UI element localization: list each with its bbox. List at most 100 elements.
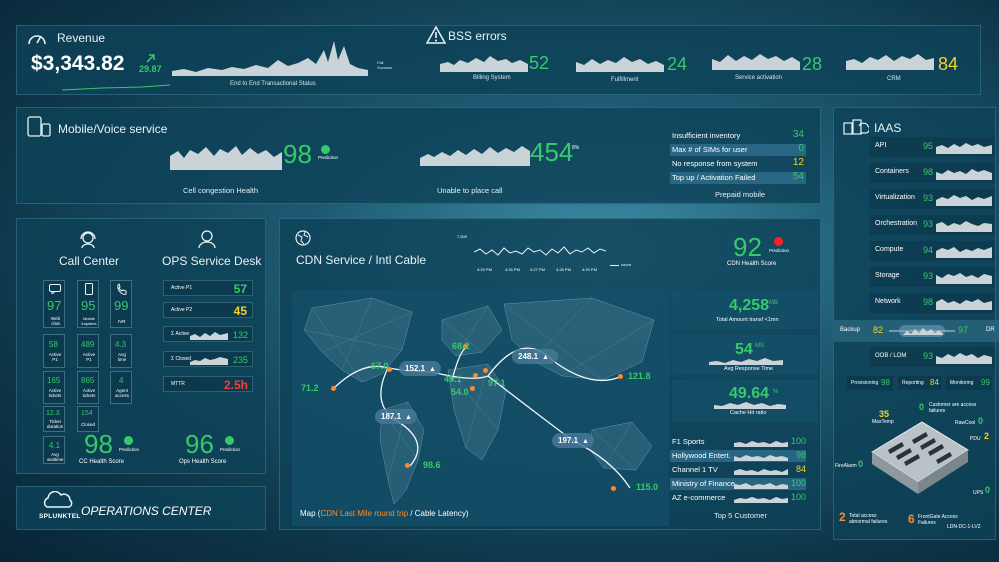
- reporting-value: 84: [930, 378, 939, 387]
- prepaid-row: No response from system 12: [670, 157, 806, 170]
- iaas-row-storage[interactable]: Storage 93: [870, 267, 995, 287]
- iaas-row-compute[interactable]: Compute 94: [870, 241, 995, 261]
- monitoring-box[interactable]: Monitoring 99: [946, 376, 992, 390]
- top5-row-value: 100: [790, 478, 806, 488]
- ops-row-label: Active P2: [171, 307, 193, 313]
- cdn-x-tick: 4:25 PM: [477, 267, 492, 272]
- rawcool-value: 0: [978, 416, 984, 426]
- cc-tile-mobile[interactable]: 95 Mobile inquiries: [77, 280, 99, 328]
- ops-row-value: 2.5h: [223, 378, 248, 392]
- firealarm-value: 0: [858, 459, 864, 469]
- map-latency-pill[interactable]: 152.1 ▲: [399, 361, 441, 376]
- ops-row[interactable]: Σ Closed 235: [163, 351, 253, 367]
- iaas-row-value: 93: [923, 351, 934, 361]
- ops-row-label: Σ Closed: [171, 356, 192, 362]
- bss-activation-label: Service activation: [735, 75, 783, 81]
- reporting-box[interactable]: Reporting 84: [898, 376, 942, 390]
- cdn-legend: count: [621, 262, 631, 267]
- cc-tile-label: Active P1: [82, 352, 96, 362]
- ops-prediction-dot: [225, 436, 234, 445]
- iaas-row-sparkline: [936, 169, 992, 180]
- cell-congestion-label: Cell congestion Health: [183, 186, 259, 195]
- map-latency-pill[interactable]: 197.1 ▲: [552, 433, 594, 448]
- top5-row[interactable]: Hollywood Entert. 98: [670, 450, 806, 462]
- cc-tile-value: 489: [81, 340, 95, 349]
- phone-icon: [85, 283, 93, 295]
- cc-tile[interactable]: 4.1 Avg waittime: [43, 436, 65, 464]
- cc-tile-webchat[interactable]: 97 Web chat: [43, 280, 65, 328]
- cdn-cache-sparkline: [714, 399, 786, 409]
- iaas-row-api[interactable]: API 95: [870, 137, 995, 157]
- cdn-title: CDN Service / Intl Cable: [296, 253, 427, 267]
- cc-prediction-label: Prediction: [119, 447, 140, 452]
- dr-value: 97: [958, 325, 969, 335]
- map-point-value: 68.2: [452, 341, 470, 351]
- cc-tile-label: Ticket duration: [47, 419, 64, 429]
- iaas-row-orchestration[interactable]: Orchestration 93: [870, 215, 995, 235]
- cdn-total-value: 4,258: [729, 297, 770, 314]
- cc-tile-ivr[interactable]: 99 IVR: [110, 280, 132, 328]
- agent-icon: [197, 229, 217, 249]
- cc-tile[interactable]: 12.3 Ticket duration: [43, 406, 65, 432]
- iaas-row-label: Orchestration: [875, 220, 918, 227]
- bss-crm-chart: [846, 50, 934, 70]
- top5-row[interactable]: F1 Sports 100: [670, 436, 806, 448]
- iaas-row-oob[interactable]: OOB / LOM 93: [870, 347, 995, 367]
- cc-tile[interactable]: 865 Active tickets: [77, 371, 99, 404]
- top5-row[interactable]: Channel 1 TV 84: [670, 464, 806, 476]
- ops-row-label: Active P1: [171, 285, 193, 291]
- backup-dr-link: [889, 323, 955, 339]
- map-latency-pill-value: 152.1: [405, 364, 426, 373]
- ops-row-value: 45: [233, 304, 247, 318]
- bss-billing-chart: [440, 52, 528, 72]
- cc-tile[interactable]: 489 Active P1: [77, 334, 99, 368]
- iaas-row-label: Network: [875, 298, 901, 305]
- ops-row[interactable]: Active P2 45: [163, 302, 253, 318]
- cc-tile-label: Web chat: [50, 316, 61, 326]
- speedometer-icon: [27, 29, 47, 47]
- cdn-cache-unit: %: [773, 389, 779, 395]
- cc-health-value: 98: [84, 429, 113, 459]
- map-latency-pill[interactable]: 187.1 ▲: [375, 409, 417, 424]
- ops-row[interactable]: MTTR 2.5h: [163, 376, 253, 392]
- mobile-title: Mobile/Voice service: [58, 122, 168, 136]
- map-point-dot: [618, 374, 623, 379]
- ops-row[interactable]: Σ Active 132: [163, 326, 253, 342]
- cc-tile[interactable]: 4.3 Avg time: [110, 334, 132, 368]
- iaas-row-value: 94: [923, 245, 934, 255]
- frontgate-value: 6: [908, 512, 915, 526]
- dr-label: DR: [986, 327, 995, 333]
- cc-tile-value: 154: [81, 410, 93, 417]
- headset-icon: [78, 229, 98, 249]
- customer-access-label: Customer are access failures: [929, 402, 977, 414]
- map-point-dot: [331, 386, 336, 391]
- cc-tile[interactable]: 58 Active P1: [43, 334, 65, 368]
- cc-tile[interactable]: 4 Agent access: [110, 371, 132, 404]
- top5-row[interactable]: AZ e-commerce 100: [670, 492, 806, 504]
- total-access-label: Total access abnormal failures: [849, 513, 888, 525]
- bss-fulfillment-label: Fulfillment: [611, 77, 639, 83]
- cc-tile[interactable]: 165 Active tickets: [43, 371, 65, 404]
- cc-tile-label: Agent access: [114, 388, 129, 398]
- ups-label: UPS: [973, 490, 984, 496]
- phone-call-icon: [117, 283, 127, 295]
- iaas-row-label: Storage: [875, 272, 900, 279]
- iaas-row-sparkline: [936, 195, 992, 206]
- map-caption-suffix: / Cable Latency): [408, 509, 469, 518]
- map-latency-pill[interactable]: 248.1 ▲: [512, 349, 558, 364]
- ops-health-label: Ops Health Score: [179, 459, 227, 465]
- cc-tile-value: 58: [49, 340, 58, 349]
- cdn-resp-sparkline: [709, 355, 783, 365]
- iaas-row-containers[interactable]: Containers 98: [870, 163, 995, 183]
- iaas-row-network[interactable]: Network 98: [870, 293, 995, 313]
- top5-row[interactable]: Ministry of Finance 100: [670, 478, 806, 490]
- top5-row-label: Channel 1 TV: [672, 465, 718, 474]
- ops-row[interactable]: Active P1 57: [163, 280, 253, 296]
- cell-prediction-label: Prediction: [318, 155, 339, 160]
- bss-title: BSS errors: [448, 29, 507, 43]
- revenue-amount: $3,343.82: [31, 52, 125, 75]
- cc-tile-label: Avg time: [117, 352, 127, 362]
- provisioning-box[interactable]: Provisioning 98: [847, 376, 893, 390]
- iaas-row-virtualization[interactable]: Virtualization 93: [870, 189, 995, 209]
- cc-tile-value: 12.3: [46, 410, 60, 417]
